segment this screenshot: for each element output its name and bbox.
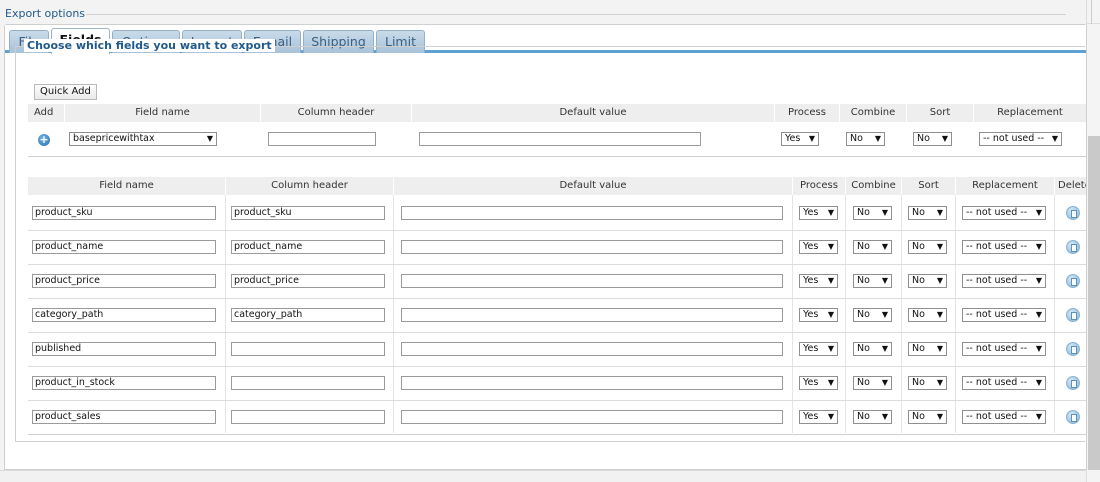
combine-select[interactable]: No ▼ xyxy=(853,274,892,288)
header-field-name: Field name xyxy=(65,104,260,122)
process-select[interactable]: Yes ▼ xyxy=(799,342,838,356)
header-column-header: Column header xyxy=(226,177,393,195)
row-divider xyxy=(28,230,1086,231)
replacement-select[interactable]: -- not used -- ▼ xyxy=(962,308,1046,322)
header-process: Process xyxy=(793,177,845,195)
process-select[interactable]: Yes ▼ xyxy=(799,376,838,390)
scrollbar-thumb[interactable] xyxy=(1088,136,1100,470)
header-replacement: Replacement xyxy=(974,104,1086,122)
add-process-select[interactable]: Yes ▼ xyxy=(781,132,819,146)
column-header-input[interactable] xyxy=(231,342,385,356)
replacement-select[interactable]: -- not used -- ▼ xyxy=(962,410,1046,424)
add-replacement-select[interactable]: -- not used -- ▼ xyxy=(979,132,1062,146)
add-field-name-select[interactable]: basepricewithtax ▼ xyxy=(69,132,217,146)
add-column-header-input[interactable] xyxy=(268,132,376,146)
column-header-input[interactable]: product_price xyxy=(231,274,385,288)
add-combine-select[interactable]: No ▼ xyxy=(846,132,885,146)
outer-divider xyxy=(86,14,1066,15)
combine-select[interactable]: No ▼ xyxy=(853,376,892,390)
combine-select[interactable]: No ▼ xyxy=(853,410,892,424)
replacement-select[interactable]: -- not used -- ▼ xyxy=(962,342,1046,356)
column-header-input[interactable]: product_sku xyxy=(231,206,385,220)
row-divider xyxy=(28,332,1086,333)
sort-select[interactable]: No ▼ xyxy=(908,240,947,254)
header-replacement: Replacement xyxy=(956,177,1054,195)
combine-select[interactable]: No ▼ xyxy=(853,342,892,356)
field-name-input[interactable]: category_path xyxy=(32,308,216,322)
header-sort: Sort xyxy=(907,104,973,122)
default-value-input[interactable] xyxy=(401,376,783,390)
add-sort-select[interactable]: No ▼ xyxy=(913,132,952,146)
replacement-select[interactable]: -- not used -- ▼ xyxy=(962,376,1046,390)
default-value-input[interactable] xyxy=(401,206,783,220)
row-divider xyxy=(28,366,1086,367)
sort-select[interactable]: No ▼ xyxy=(908,342,947,356)
process-select[interactable]: Yes ▼ xyxy=(799,240,838,254)
default-value-input[interactable] xyxy=(401,240,783,254)
fieldset-legend: Choose which fields you want to export xyxy=(24,39,275,52)
default-value-input[interactable] xyxy=(401,410,783,424)
plus-circle-icon[interactable]: + xyxy=(38,134,50,146)
row-divider xyxy=(28,400,1086,401)
header-combine: Combine xyxy=(840,104,906,122)
sort-select[interactable]: No ▼ xyxy=(908,206,947,220)
header-combine: Combine xyxy=(846,177,901,195)
header-delete: Delete xyxy=(1055,177,1086,195)
trash-icon[interactable] xyxy=(1066,410,1080,424)
header-default-value: Default value xyxy=(412,104,774,122)
bottom-bar xyxy=(0,470,1086,482)
sort-select[interactable]: No ▼ xyxy=(908,376,947,390)
field-name-input[interactable]: published xyxy=(32,342,216,356)
field-name-input[interactable]: product_name xyxy=(32,240,216,254)
default-value-input[interactable] xyxy=(401,308,783,322)
header-sort: Sort xyxy=(902,177,955,195)
sort-select[interactable]: No ▼ xyxy=(908,274,947,288)
sort-select[interactable]: No ▼ xyxy=(908,308,947,322)
process-select[interactable]: Yes ▼ xyxy=(799,206,838,220)
row-divider xyxy=(28,298,1086,299)
trash-icon[interactable] xyxy=(1066,206,1080,220)
header-default-value: Default value xyxy=(394,177,792,195)
header-process: Process xyxy=(775,104,839,122)
field-name-input[interactable]: product_sales xyxy=(32,410,216,424)
add-row-divider xyxy=(28,156,1086,157)
default-value-input[interactable] xyxy=(401,274,783,288)
combine-select[interactable]: No ▼ xyxy=(853,206,892,220)
column-header-input[interactable] xyxy=(231,410,385,424)
trash-icon[interactable] xyxy=(1066,308,1080,322)
column-header-input[interactable]: category_path xyxy=(231,308,385,322)
quick-add-button[interactable]: Quick Add xyxy=(34,84,97,100)
trash-icon[interactable] xyxy=(1066,376,1080,390)
trash-icon[interactable] xyxy=(1066,274,1080,288)
export-options-title: Export options xyxy=(5,7,86,20)
field-name-input[interactable]: product_sku xyxy=(32,206,216,220)
header-column-header: Column header xyxy=(261,104,411,122)
trash-icon[interactable] xyxy=(1066,240,1080,254)
combine-select[interactable]: No ▼ xyxy=(853,240,892,254)
process-select[interactable]: Yes ▼ xyxy=(799,410,838,424)
process-select[interactable]: Yes ▼ xyxy=(799,308,838,322)
default-value-input[interactable] xyxy=(401,342,783,356)
trash-icon[interactable] xyxy=(1066,342,1080,356)
add-default-value-input[interactable] xyxy=(419,132,701,146)
replacement-select[interactable]: -- not used -- ▼ xyxy=(962,240,1046,254)
vertical-scrollbar[interactable] xyxy=(1086,0,1100,482)
replacement-select[interactable]: -- not used -- ▼ xyxy=(962,274,1046,288)
column-header-input[interactable]: product_name xyxy=(231,240,385,254)
header-field-name: Field name xyxy=(28,177,225,195)
replacement-select[interactable]: -- not used -- ▼ xyxy=(962,206,1046,220)
field-name-input[interactable]: product_in_stock xyxy=(32,376,216,390)
row-divider xyxy=(28,434,1086,435)
combine-select[interactable]: No ▼ xyxy=(853,308,892,322)
field-name-input[interactable]: product_price xyxy=(32,274,216,288)
column-header-input[interactable] xyxy=(231,376,385,390)
header-add: Add xyxy=(28,104,64,122)
scrollbar-top xyxy=(1087,0,1100,24)
process-select[interactable]: Yes ▼ xyxy=(799,274,838,288)
row-divider xyxy=(28,264,1086,265)
sort-select[interactable]: No ▼ xyxy=(908,410,947,424)
